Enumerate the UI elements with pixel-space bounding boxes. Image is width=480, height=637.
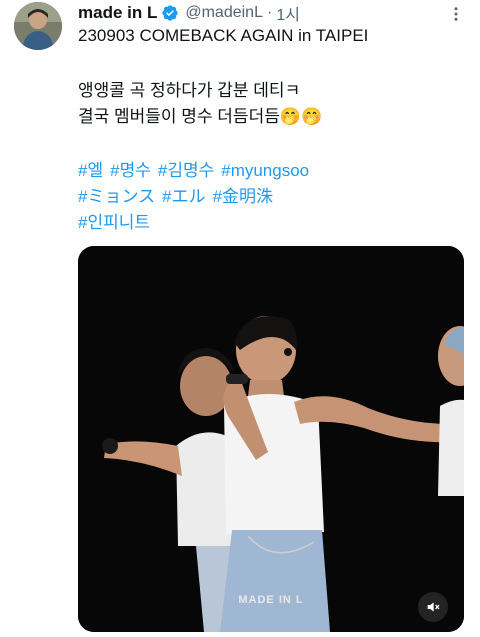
hashtag-link[interactable]: #김명수 bbox=[158, 158, 214, 184]
tweet-title-line: 230903 COMEBACK AGAIN in TAIPEI bbox=[78, 26, 369, 45]
verified-badge-icon bbox=[162, 5, 179, 21]
hashtag-link[interactable]: #ミョンス bbox=[78, 184, 155, 210]
video-player[interactable]: MADE IN L bbox=[78, 246, 464, 632]
video-frame bbox=[78, 246, 464, 632]
hashtag-link[interactable]: #金明洙 bbox=[213, 184, 273, 210]
hashtag-row: #엘 #명수 #김명수 #myungsoo bbox=[78, 158, 316, 184]
avatar[interactable] bbox=[14, 2, 62, 50]
body-line: 앵앵콜 곡 정하다가 갑분 데티ㅋ bbox=[78, 81, 301, 100]
hashtag-link[interactable]: #명수 bbox=[110, 158, 151, 184]
mute-icon[interactable] bbox=[418, 592, 448, 622]
tweet[interactable]: made in L @madeinL · 1시 230903 COMEBACK … bbox=[0, 0, 480, 637]
hashtag-link[interactable]: #エル bbox=[162, 184, 205, 210]
separator-dot: · bbox=[266, 4, 273, 21]
timestamp[interactable]: 1시 bbox=[276, 1, 300, 25]
more-options-icon[interactable] bbox=[446, 4, 466, 24]
author-name[interactable]: made in L bbox=[78, 3, 157, 23]
hashtag-link[interactable]: #myungsoo bbox=[221, 158, 309, 184]
hashtag-link[interactable]: #엘 bbox=[78, 158, 103, 184]
hashtag-link[interactable]: #인피니트 bbox=[78, 210, 150, 236]
tweet-header: made in L @madeinL · 1시 bbox=[78, 2, 300, 24]
body-line: 결국 멤버들이 명수 더듬더듬🤭🤭 bbox=[78, 107, 323, 126]
hashtag-row: #인피니트 bbox=[78, 210, 316, 236]
hashtag-row: #ミョンス #エル #金明洙 bbox=[78, 184, 316, 210]
video-watermark: MADE IN L bbox=[238, 594, 304, 606]
author-handle[interactable]: @madeinL bbox=[185, 4, 263, 22]
hashtags: #엘 #명수 #김명수 #myungsoo #ミョンス #エル #金明洙 #인피니트 bbox=[78, 158, 316, 236]
tweet-body: 앵앵콜 곡 정하다가 갑분 데티ㅋ 결국 멤버들이 명수 더듬더듬🤭🤭 bbox=[78, 78, 322, 130]
